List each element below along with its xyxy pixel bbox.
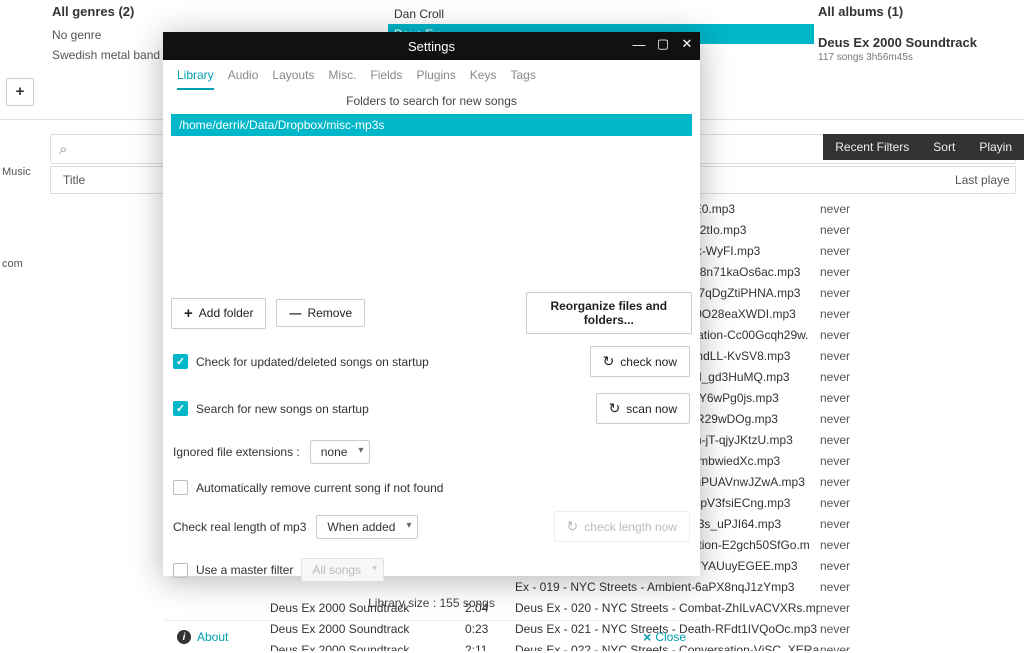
- song-last-played: never: [820, 307, 870, 321]
- dialog-title: Settings: [408, 39, 455, 54]
- check-length-value: When added: [327, 520, 395, 534]
- dialog-tabs: Library Audio Layouts Misc. Fields Plugins Key…: [163, 60, 700, 90]
- dialog-titlebar[interactable]: Settings — ▢ ✕: [163, 32, 700, 60]
- search-new-label: Search for new songs on startup: [196, 402, 369, 416]
- albums-panel: All albums (1) Deus Ex 2000 Soundtrack 1…: [814, 0, 1024, 119]
- ignored-ext-label: Ignored file extensions :: [173, 445, 300, 459]
- close-link[interactable]: Close: [643, 629, 686, 645]
- side-com-label[interactable]: com: [0, 258, 40, 270]
- close-icon: [643, 629, 651, 645]
- song-last-played: never: [820, 202, 870, 216]
- check-now-label: check now: [620, 355, 677, 369]
- filter-bar: Recent Filters Sort Playin: [823, 134, 1024, 160]
- tab-keys[interactable]: Keys: [470, 68, 497, 90]
- info-icon: i: [177, 630, 191, 644]
- master-filter-select: All songs: [301, 558, 384, 582]
- song-last-played: never: [820, 601, 870, 615]
- add-folder-button[interactable]: Add folder: [171, 298, 266, 329]
- tab-plugins[interactable]: Plugins: [416, 68, 455, 90]
- tab-layouts[interactable]: Layouts: [272, 68, 314, 90]
- about-label: About: [197, 630, 228, 644]
- search-new-checkbox[interactable]: ✓: [173, 401, 188, 416]
- side-music-label[interactable]: Music: [0, 166, 40, 178]
- add-tab-button[interactable]: [6, 78, 34, 106]
- playing-button[interactable]: Playin: [967, 140, 1024, 154]
- tab-fields[interactable]: Fields: [370, 68, 402, 90]
- check-length-select[interactable]: When added: [316, 515, 418, 539]
- maximize-button[interactable]: ▢: [654, 35, 672, 53]
- settings-dialog: Settings — ▢ ✕ LibraryAudioLayoutsMisc.F…: [163, 32, 700, 576]
- song-last-played: never: [820, 454, 870, 468]
- albums-title: All albums (1): [818, 4, 1016, 19]
- song-last-played: never: [820, 244, 870, 258]
- song-last-played: never: [820, 559, 870, 573]
- song-last-played: never: [820, 328, 870, 342]
- song-last-played: never: [820, 286, 870, 300]
- refresh-icon: [603, 353, 615, 370]
- song-last-played: never: [820, 223, 870, 237]
- artist-item[interactable]: Dan Croll: [388, 4, 814, 24]
- refresh-icon: [567, 518, 579, 535]
- check-length-now-button: check length now: [554, 511, 690, 542]
- plus-icon: [184, 305, 193, 322]
- album-meta: 117 songs 3h56m45s: [818, 52, 1016, 63]
- song-last-played: never: [820, 265, 870, 279]
- check-updated-label: Check for updated/deleted songs on start…: [196, 355, 429, 369]
- song-last-played: never: [820, 622, 870, 636]
- search-icon: [59, 141, 67, 158]
- song-last-played: never: [820, 412, 870, 426]
- refresh-icon: [609, 400, 621, 417]
- scan-now-button[interactable]: scan now: [596, 393, 690, 424]
- sort-button[interactable]: Sort: [921, 140, 967, 154]
- folders-subheader: Folders to search for new songs: [163, 90, 700, 114]
- song-last-played: never: [820, 391, 870, 405]
- check-updated-checkbox[interactable]: ✓: [173, 354, 188, 369]
- master-filter-checkbox[interactable]: [173, 563, 188, 578]
- library-size-label: Library size : 155 songs: [163, 590, 700, 620]
- reorganize-button[interactable]: Reorganize files and folders...: [526, 292, 692, 334]
- tab-audio[interactable]: Audio: [228, 68, 259, 90]
- add-folder-label: Add folder: [199, 306, 254, 320]
- song-last-played: never: [820, 496, 870, 510]
- about-link[interactable]: i About: [177, 630, 228, 644]
- minimize-button[interactable]: —: [630, 35, 648, 53]
- tab-tags[interactable]: Tags: [510, 68, 535, 90]
- folder-list[interactable]: /home/derrik/Data/Dropbox/misc-mp3s: [171, 114, 692, 284]
- master-filter-value: All songs: [312, 563, 361, 577]
- folder-entry-selected[interactable]: /home/derrik/Data/Dropbox/misc-mp3s: [171, 114, 692, 136]
- remove-folder-button[interactable]: Remove: [276, 299, 365, 327]
- genres-title: All genres (2): [52, 4, 380, 19]
- ignored-ext-value: none: [321, 445, 348, 459]
- plus-icon: [16, 83, 25, 101]
- check-length-now-label: check length now: [584, 520, 677, 534]
- song-last-played: never: [820, 349, 870, 363]
- song-last-played: never: [820, 370, 870, 384]
- song-last-played: never: [820, 517, 870, 531]
- auto-remove-label: Automatically remove current song if not…: [196, 481, 443, 495]
- minus-icon: [289, 306, 301, 320]
- remove-label: Remove: [307, 306, 352, 320]
- song-last-played: never: [820, 433, 870, 447]
- auto-remove-checkbox[interactable]: [173, 480, 188, 495]
- album-name[interactable]: Deus Ex 2000 Soundtrack: [818, 35, 1016, 50]
- master-filter-label: Use a master filter: [196, 563, 293, 577]
- close-window-button[interactable]: ✕: [678, 35, 696, 53]
- song-last-played: never: [820, 580, 870, 594]
- close-label: Close: [655, 630, 686, 644]
- column-last-played[interactable]: Last playe: [955, 173, 1015, 187]
- reorganize-label: Reorganize files and folders...: [539, 299, 679, 327]
- tab-library[interactable]: Library: [177, 68, 214, 90]
- scan-now-label: scan now: [626, 402, 677, 416]
- song-last-played: never: [820, 475, 870, 489]
- check-length-label: Check real length of mp3: [173, 520, 306, 534]
- ignored-ext-select[interactable]: none: [310, 440, 371, 464]
- song-last-played: never: [820, 643, 870, 652]
- tab-misc[interactable]: Misc.: [328, 68, 356, 90]
- recent-filters-button[interactable]: Recent Filters: [823, 140, 921, 154]
- check-now-button[interactable]: check now: [590, 346, 690, 377]
- song-last-played: never: [820, 538, 870, 552]
